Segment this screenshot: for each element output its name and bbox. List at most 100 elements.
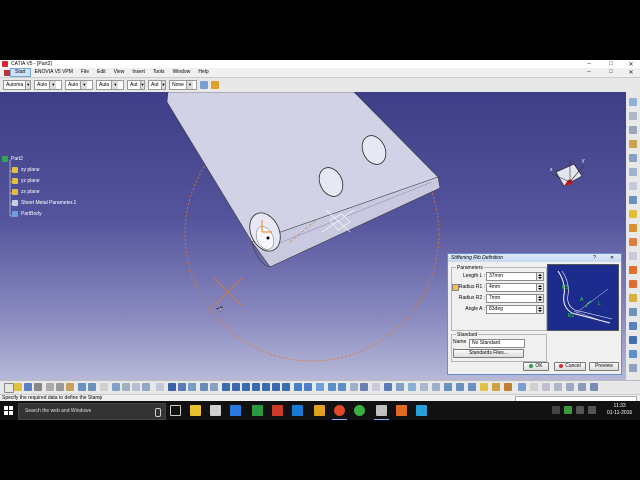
child-maximize-button[interactable]: □ [604,68,618,76]
shading-icon[interactable] [316,383,324,391]
ok-button[interactable]: OK [523,362,549,371]
tree-root-part2[interactable]: Part2 [2,156,23,162]
boundary-icon[interactable] [480,383,488,391]
print-icon[interactable] [34,383,42,391]
swap-visible-space-icon[interactable] [338,383,346,391]
catia-taskbar-icon[interactable] [374,405,389,420]
radius-r1-spinner[interactable] [536,283,544,292]
create-multi-view-icon[interactable] [294,383,302,391]
length-spinner[interactable] [536,272,544,281]
minimize-button[interactable]: – [582,60,596,68]
design-table-icon[interactable] [142,383,150,391]
tree-item-sheet-metal-parameter[interactable]: Sheet Metal Parameter.1 [12,200,76,206]
copy-icon[interactable] [56,383,64,391]
undo-icon[interactable] [78,383,86,391]
sheet-metal-parameters-icon[interactable] [350,383,358,391]
close-button[interactable]: ✕ [624,60,638,68]
taskbar-clock[interactable]: 11:33 01-11-2016 [607,403,632,417]
check-overlapping-icon[interactable] [360,383,368,391]
network-icon[interactable] [576,406,584,414]
fly-mode-icon[interactable] [222,383,230,391]
measure-item-icon[interactable] [178,383,186,391]
hide-show-icon[interactable] [328,383,336,391]
wall-icon[interactable] [629,112,637,120]
menu-insert[interactable]: Insert [128,68,149,77]
law-icon[interactable] [132,383,140,391]
measure-inertia-icon[interactable] [188,383,196,391]
tree-item-xy-plane[interactable]: xy plane [12,167,40,173]
fit-all-in-icon[interactable] [232,383,240,391]
normal-view-icon[interactable] [282,383,290,391]
redo-icon[interactable] [88,383,96,391]
pattern-icon[interactable] [629,308,637,316]
media-icon[interactable] [396,405,407,416]
tear-drop-icon[interactable] [629,182,637,190]
sheet-metal-walls-icon[interactable] [629,98,637,106]
radius-r2-spinner[interactable] [536,294,544,303]
stiffening-rib-icon[interactable] [629,266,637,274]
transparency-combo[interactable]: Auto ▼ [34,80,62,90]
chrome-icon[interactable] [332,405,347,420]
preview-button[interactable]: Preview [589,362,619,371]
point-type-combo[interactable]: Aut ▼ [127,80,145,90]
stamp-icon[interactable] [629,252,637,260]
tree-item-yz-plane[interactable]: yz plane [12,178,40,184]
edge-browser-icon[interactable] [292,405,303,416]
save-icon[interactable] [24,383,32,391]
dialog-help-button[interactable]: ? [591,255,598,261]
open-icon[interactable] [14,383,22,391]
formula-icon[interactable] [122,383,130,391]
cutout-icon[interactable] [629,210,637,218]
folder-icon[interactable] [314,405,325,416]
camtasia-icon[interactable] [252,405,263,416]
microphone-icon[interactable] [155,408,161,417]
intersection-icon[interactable] [492,383,500,391]
comment-icon[interactable] [156,383,164,391]
line-icon[interactable] [456,383,464,391]
unfold-icon[interactable] [629,196,637,204]
angle-input[interactable]: 83deg [486,305,542,314]
menu-tools[interactable]: Tools [149,68,169,77]
file-explorer-icon[interactable] [190,405,201,416]
transformations-icon[interactable] [629,336,637,344]
child-close-button[interactable]: ✕ [624,68,638,76]
bead-icon[interactable] [629,280,637,288]
menu-file[interactable]: File [77,68,93,77]
apply-material-icon[interactable] [200,383,208,391]
radius-r2-input[interactable]: 7mm [486,294,542,303]
layer-combo[interactable]: None ▼ [169,80,197,90]
flat-view-icon[interactable] [554,383,562,391]
deformation-icon[interactable] [566,383,574,391]
rotate-icon[interactable] [252,383,260,391]
bend-icon[interactable] [629,140,637,148]
plane-icon[interactable] [468,383,476,391]
dialog-title-bar[interactable]: Stiffening Rib Definition ? ✕ [448,254,621,262]
sketch-positioned-icon[interactable] [432,383,440,391]
constraint-icon[interactable] [396,383,404,391]
rendering-combo[interactable]: Aut ▼ [148,80,166,90]
menu-view[interactable]: View [110,68,129,77]
projection-icon[interactable] [504,383,512,391]
paste-icon[interactable] [66,383,74,391]
tree-item-partbody[interactable]: PartBody [12,211,42,217]
screen-recorder-icon[interactable] [416,405,427,416]
surface-icon[interactable] [578,383,586,391]
extrusion-icon[interactable] [629,126,637,134]
taskbar-search-box[interactable]: Search the web and Windows [18,403,166,420]
cancel-button[interactable]: Cancel [554,362,586,371]
zoom-in-icon[interactable] [262,383,270,391]
menu-window[interactable]: Window [169,68,195,77]
flange-icon[interactable] [629,154,637,162]
powerpoint-icon[interactable] [272,405,283,416]
child-minimize-button[interactable]: – [582,68,596,76]
color-combo[interactable]: Automa ▼ [3,80,31,90]
view-icon[interactable] [629,350,637,358]
store-icon[interactable] [210,405,221,416]
hem-icon[interactable] [629,168,637,176]
update-icon[interactable] [518,383,526,391]
task-view-icon[interactable] [170,405,181,416]
zoom-out-icon[interactable] [272,383,280,391]
menu-edit[interactable]: Edit [93,68,110,77]
menu-enovia[interactable]: ENOVIA V5 VPM [31,68,77,77]
analysis-tools-icon[interactable] [542,383,550,391]
